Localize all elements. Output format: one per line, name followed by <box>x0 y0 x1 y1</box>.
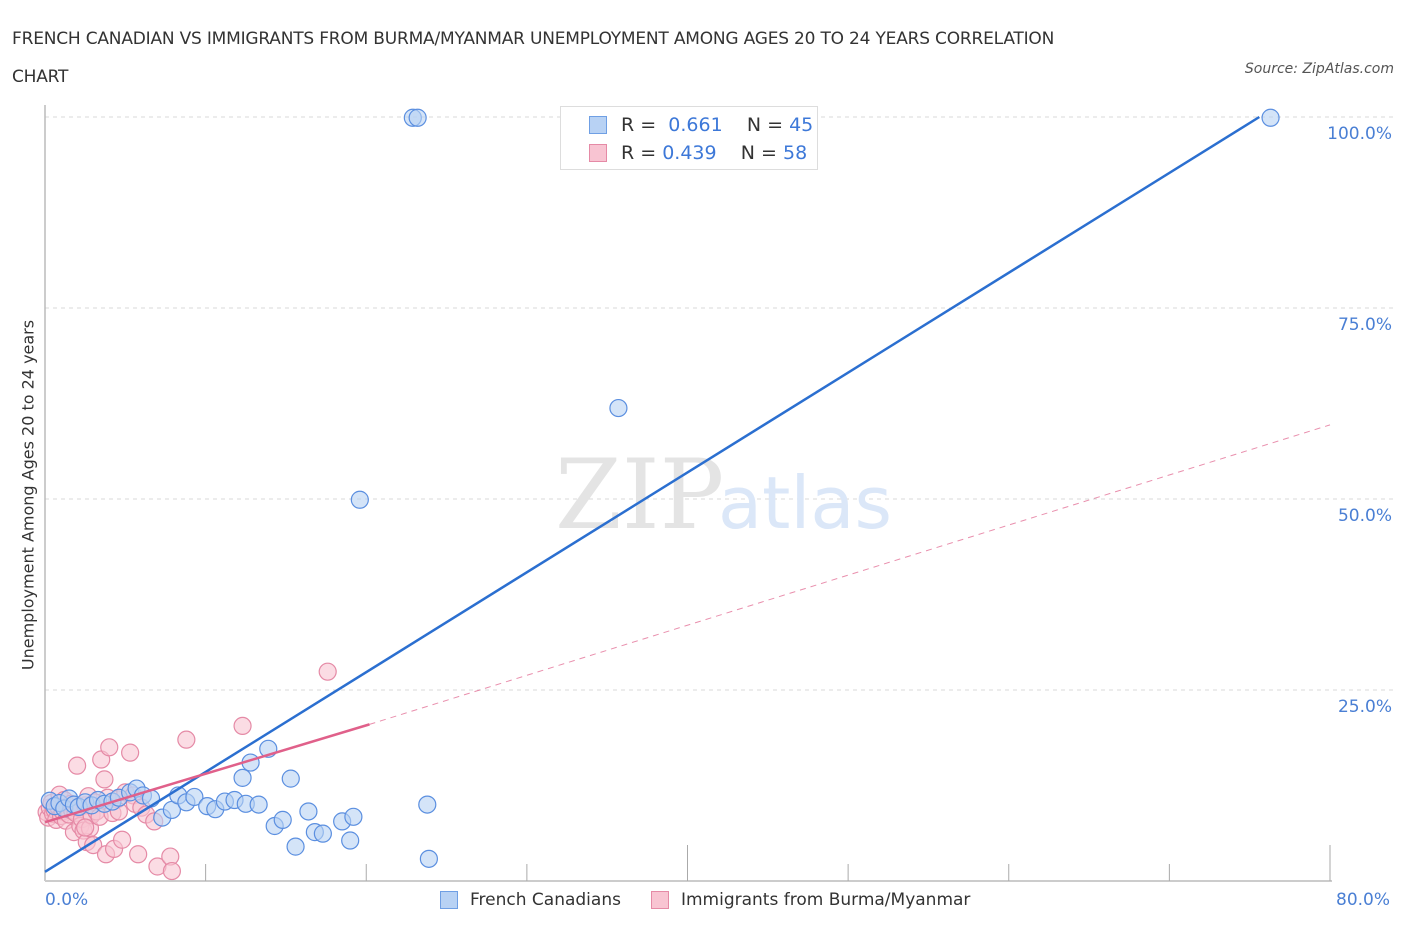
french-canadian-point <box>299 802 318 821</box>
series-legend: French Canadians Immigrants from Burma/M… <box>440 890 1000 910</box>
french-canadian-point <box>350 490 369 509</box>
burma-point <box>121 743 140 762</box>
stats-legend-row-french-canadians: R = 0.661 N = 45 <box>589 114 813 136</box>
french-canadian-point <box>233 768 252 787</box>
r-label: R = <box>621 142 657 164</box>
watermark-zip: ZIP <box>555 439 724 551</box>
r-value: 0.661 <box>668 114 723 136</box>
legend-swatch-blue <box>440 891 458 909</box>
stats-legend-row-burma: R = 0.439 N = 58 <box>589 142 807 164</box>
french-canadian-point <box>341 831 360 850</box>
y-tick-label-50: 50.0% <box>1337 506 1392 526</box>
burma-point <box>318 662 337 681</box>
legend-item-french-canadians[interactable]: French Canadians <box>440 890 621 910</box>
french-canadian-point <box>609 398 628 418</box>
y-tick-label-75: 75.0% <box>1337 315 1392 335</box>
x-tick-label-min: 0.0% <box>45 890 89 910</box>
y-tick-label-100: 100.0% <box>1327 124 1392 144</box>
french-canadian-point <box>419 849 438 868</box>
x-tick-label-max: 80.0% <box>1336 890 1391 910</box>
y-axis-label: Unemployment Among Ages 20 to 24 years <box>18 319 38 671</box>
french-canadian-point <box>281 769 300 788</box>
burma-point <box>129 845 148 864</box>
burma-point <box>95 770 114 789</box>
legend-swatch-pink <box>650 891 669 909</box>
french-canadian-point <box>273 810 292 829</box>
burma-point <box>233 716 252 736</box>
french-canadian-point <box>408 108 427 127</box>
gridlines <box>45 116 1395 691</box>
french-canadian-point <box>1261 108 1280 127</box>
watermark-atlas: atlas <box>718 461 892 545</box>
burma-point <box>68 756 87 775</box>
n-label: N = <box>746 114 784 136</box>
french-canadian-point <box>249 795 268 814</box>
trend-line-french-canadians <box>44 115 1260 873</box>
legend-label: Immigrants from Burma/Myanmar <box>680 890 971 910</box>
r-value: 0.439 <box>662 142 717 164</box>
stats-legend: R = 0.661 N = 45 R = 0.439 N = 58 <box>560 106 818 170</box>
legend-swatch-pink <box>589 144 607 162</box>
burma-point <box>100 738 119 757</box>
r-label: R = <box>621 114 657 136</box>
n-value: 58 <box>783 142 808 164</box>
legend-label: French Canadians <box>470 890 621 910</box>
legend-item-burma[interactable]: Immigrants from Burma/Myanmar <box>650 890 971 910</box>
n-value: 45 <box>789 114 814 136</box>
burma-point <box>162 861 181 881</box>
burma-point <box>76 818 95 837</box>
french-canadian-point <box>418 795 437 814</box>
y-tick-label-25: 25.0% <box>1337 697 1392 717</box>
french-canadian-point <box>344 807 363 826</box>
burma-point <box>112 830 132 849</box>
n-label: N = <box>740 142 777 164</box>
legend-swatch-blue <box>589 116 607 134</box>
french-canadian-point <box>286 837 305 856</box>
french-canadian-point <box>313 824 332 843</box>
watermark: ZIP atlas <box>555 439 892 551</box>
burma-point <box>177 730 196 749</box>
